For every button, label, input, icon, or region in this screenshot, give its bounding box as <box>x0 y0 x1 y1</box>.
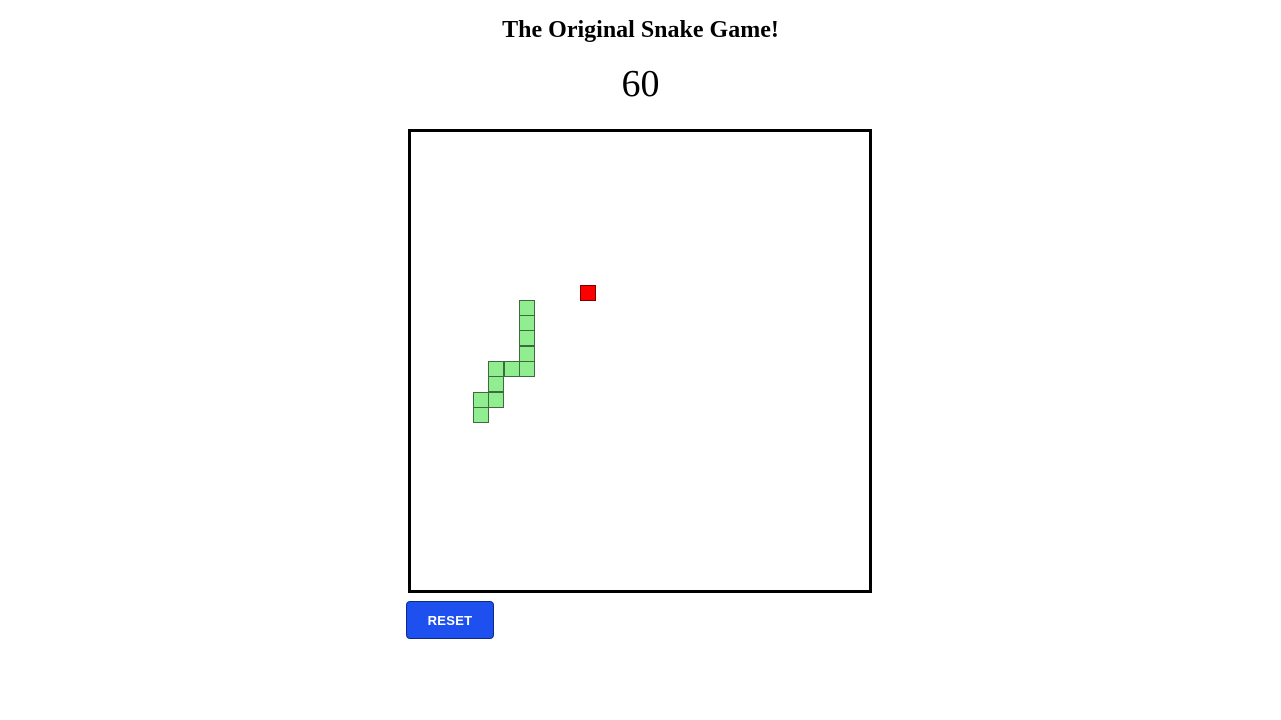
snake-segment <box>503 361 520 377</box>
snake-segment <box>473 406 490 423</box>
snake-segment <box>518 330 535 347</box>
score-display: 60 <box>621 63 660 105</box>
game-board[interactable] <box>408 129 872 593</box>
snake-segment <box>518 361 535 377</box>
food-item <box>579 284 596 301</box>
snake-segment <box>518 315 535 332</box>
page-title: The Original Snake Game! <box>502 17 779 43</box>
reset-button[interactable]: RESET <box>406 601 494 639</box>
snake-segment <box>488 361 505 377</box>
snake-segment <box>473 391 490 408</box>
snake-segment <box>518 345 535 362</box>
snake-segment <box>488 391 505 408</box>
snake-segment <box>488 376 505 393</box>
snake-game-page: The Original Snake Game! 60 RESET <box>0 0 1281 720</box>
snake-head <box>518 299 535 316</box>
